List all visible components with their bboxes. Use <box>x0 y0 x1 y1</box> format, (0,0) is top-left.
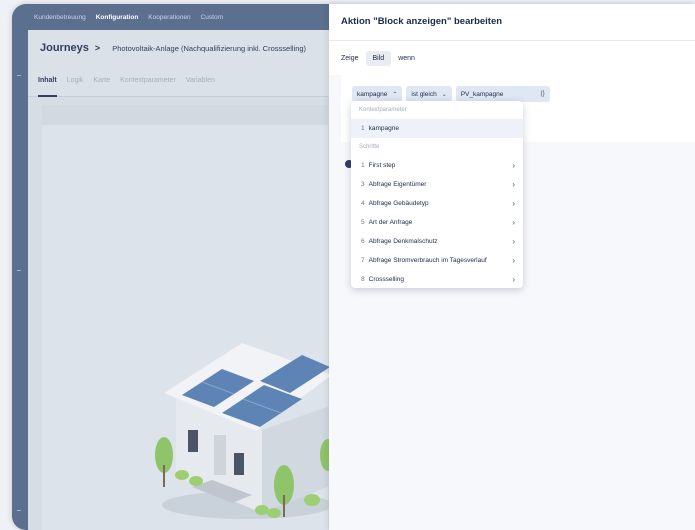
operator-select-value: ist gleich <box>411 90 437 98</box>
breadcrumb-journey-name: Photovoltaik-Anlage (Nachqualifizierung … <box>112 43 307 53</box>
value-input[interactable]: PV_kampagne {} <box>455 86 550 102</box>
breadcrumb-separator: > <box>94 43 101 53</box>
parameter-select[interactable]: kampagne ⌃ <box>352 86 403 102</box>
dropdown-item-number: 4 <box>361 200 365 207</box>
value-input-text: PV_kampagne <box>460 90 504 98</box>
when-label: wenn <box>398 54 415 62</box>
dropdown-item-label: Art der Anfrage <box>368 219 413 226</box>
operator-select[interactable]: ist gleich ⌄ <box>406 86 452 102</box>
tab-bar: Inhalt Logik Karte Kontextparameter Vari… <box>28 66 338 97</box>
dropdown-item-number: 5 <box>361 219 365 226</box>
left-rail <box>12 30 28 530</box>
tab-logik[interactable]: Logik <box>67 66 84 96</box>
dropdown-item-label: Abfrage Gebäudetyp <box>368 200 429 207</box>
breadcrumb: Journeys > Photovoltaik-Anlage (Nachqual… <box>28 30 340 66</box>
nav-item-custom[interactable]: Custom <box>201 14 223 21</box>
dropdown-item[interactable]: 4 Abfrage Gebäudetyp › <box>351 194 523 213</box>
dropdown-item-label: Abfrage Eigentümer <box>368 181 427 188</box>
breadcrumb-journeys[interactable]: Journeys <box>40 42 89 54</box>
top-nav: Kundenbetreuung Konfiguration Kooperatio… <box>12 4 350 30</box>
nav-item-kooperationen[interactable]: Kooperationen <box>148 14 190 21</box>
dropdown-item[interactable]: 6 Abfrage Denkmalschutz › <box>351 232 523 251</box>
dropdown-item-label: First step <box>368 162 396 169</box>
dropdown-item-number: 3 <box>361 181 365 188</box>
tab-inhalt[interactable]: Inhalt <box>38 66 57 97</box>
dropdown-item-number: 6 <box>361 238 365 245</box>
condition-row: kampagne ⌃ ist gleich ⌄ PV_kampagne {} <box>352 86 550 102</box>
dropdown-item[interactable]: 3 Abfrage Eigentümer › <box>351 175 523 194</box>
chevron-down-icon: ⌄ <box>441 91 447 98</box>
show-row: Zeige Bild wenn <box>329 41 695 75</box>
dropdown-item-number: 1 <box>361 162 365 169</box>
block-type-select[interactable]: Bild <box>365 50 392 66</box>
dropdown-item[interactable]: 5 Art der Anfrage › <box>351 213 523 232</box>
chevron-right-icon: › <box>512 256 515 265</box>
nav-item-kundenbetreuung[interactable]: Kundenbetreuung <box>34 14 86 21</box>
chevron-right-icon: › <box>512 161 515 170</box>
dropdown-item-label: Abfrage Stromverbrauch im Tagesverlauf <box>368 257 487 264</box>
dropdown-item-label: Abfrage Denkmalschutz <box>368 238 438 245</box>
dropdown-item[interactable]: 8 Crossselling › <box>351 270 523 288</box>
house-illustration <box>155 343 332 519</box>
dropdown-group-label: Schritte <box>359 144 380 150</box>
panel-title: Aktion "Block anzeigen" bearbeiten <box>341 16 503 27</box>
tab-karte[interactable]: Karte <box>93 66 110 96</box>
dropdown-item[interactable]: 1 First step › <box>351 156 523 175</box>
dropdown-item-number: 8 <box>361 276 365 283</box>
parameter-dropdown: Kontextparameter 1 kampagne Schritte 1 Fir… <box>351 101 523 288</box>
dropdown-item[interactable]: 7 Abfrage Stromverbrauch im Tagesverlauf … <box>351 251 523 270</box>
rail-icon[interactable] <box>17 510 21 511</box>
dropdown-item-number: 7 <box>361 257 365 264</box>
panel-header: Aktion "Block anzeigen" bearbeiten <box>329 4 695 41</box>
tab-kontextparameter[interactable]: Kontextparameter <box>120 66 176 96</box>
chevron-up-icon: ⌃ <box>392 91 398 98</box>
tab-variablen[interactable]: Variablen <box>186 66 215 96</box>
rail-icon[interactable] <box>17 270 21 271</box>
chevron-right-icon: › <box>512 180 515 189</box>
dropdown-item-label: Crossselling <box>368 276 405 283</box>
dropdown-group-label: Kontextparameter <box>359 107 407 113</box>
content-canvas <box>28 97 332 530</box>
chevron-right-icon: › <box>512 218 515 227</box>
preview-header <box>42 105 328 125</box>
chevron-right-icon: › <box>512 275 515 284</box>
parameter-select-value: kampagne <box>357 90 388 98</box>
dropdown-item[interactable]: 1 kampagne <box>351 119 523 138</box>
nav-item-konfiguration[interactable]: Konfiguration <box>96 14 139 21</box>
chevron-right-icon: › <box>512 237 515 246</box>
dropdown-item-number: 1 <box>361 125 365 132</box>
dropdown-item-label: kampagne <box>368 125 399 132</box>
show-label: Zeige <box>341 54 359 62</box>
chevron-right-icon: › <box>512 199 515 208</box>
rail-icon[interactable] <box>17 75 21 76</box>
variable-braces-icon[interactable]: {} <box>541 91 545 97</box>
